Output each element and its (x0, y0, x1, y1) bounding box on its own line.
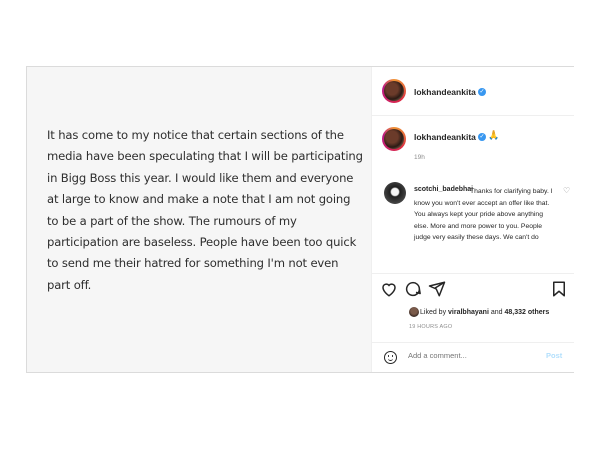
action-bar (372, 273, 574, 304)
profile-avatar[interactable] (384, 81, 404, 101)
comment-composer: Post (372, 342, 574, 373)
verified-badge-icon: ✓ (478, 88, 486, 96)
commenter-avatar[interactable] (384, 182, 406, 204)
likes-middle: and (490, 309, 503, 316)
comment-text: Thanks for clarifying baby. I know you w… (414, 188, 553, 242)
likes-summary[interactable]: Liked by viralbhayani and 48,332 others (420, 309, 549, 316)
comment-input[interactable] (408, 351, 528, 360)
header-username[interactable]: lokhandeankita (414, 87, 476, 97)
post-comment-button[interactable]: Post (546, 351, 562, 360)
heart-icon[interactable] (380, 280, 398, 298)
liker-avatar[interactable] (409, 307, 419, 317)
instagram-post-embed: It has come to my notice that certain se… (26, 66, 574, 373)
post-image: It has come to my notice that certain se… (27, 67, 371, 372)
caption-verified-badge-icon: ✓ (478, 133, 486, 141)
caption-age[interactable]: 19h (414, 154, 425, 161)
caption-avatar[interactable] (384, 129, 404, 149)
caption-emoji: 🙏 (488, 130, 500, 140)
emoji-icon[interactable] (384, 351, 397, 364)
post-timestamp[interactable]: 19 HOURS AGO (409, 324, 452, 330)
post-image-text: It has come to my notice that certain se… (47, 128, 363, 292)
post-header: lokhandeankita ✓ (372, 67, 574, 116)
bookmark-icon[interactable] (550, 280, 568, 298)
paper-plane-icon[interactable] (428, 280, 446, 298)
caption-username[interactable]: lokhandeankita (414, 132, 476, 142)
comment-username[interactable]: scotchi_badebhai (414, 186, 473, 193)
comment-icon[interactable] (404, 280, 422, 298)
likes-count[interactable]: 48,332 others (504, 309, 549, 316)
comment-like-icon[interactable]: ♡ (563, 186, 570, 195)
likes-user[interactable]: viralbhayani (448, 309, 489, 316)
likes-prefix: Liked by (420, 309, 447, 316)
post-sidebar: lokhandeankita ✓ lokhandeankita ✓ 🙏 19h … (371, 67, 574, 372)
